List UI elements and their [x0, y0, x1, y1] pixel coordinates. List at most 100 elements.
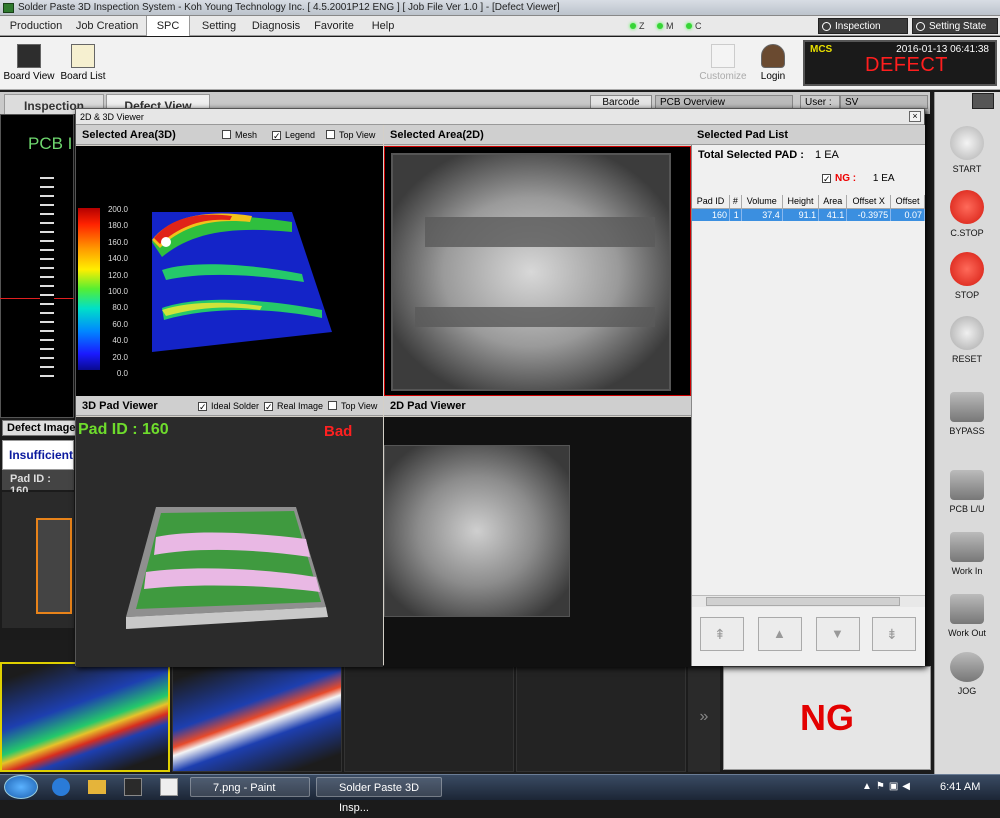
work-in-button[interactable]: Work In: [937, 532, 997, 576]
legend-tick: 120.0: [107, 270, 128, 280]
ideal-solder-label: Ideal Solder: [211, 401, 260, 411]
board-view-label: Board View: [3, 71, 55, 82]
pad-3d-view[interactable]: Pad ID : 160 Bad: [76, 417, 383, 667]
indicator-led-icon: [657, 23, 664, 29]
ng-filter-checkbox[interactable]: ✓ NG : 1 EA: [822, 173, 895, 184]
horizontal-scrollbar[interactable]: [692, 595, 925, 607]
login-label: Login: [760, 71, 786, 82]
pcb-transfer-icon: [950, 470, 984, 500]
crosshair-line: [0, 298, 74, 299]
ideal-solder-checkbox[interactable]: ✓ Ideal Solder: [198, 396, 259, 416]
col-header[interactable]: Volume: [741, 195, 783, 209]
defect-thumbnail[interactable]: [2, 492, 74, 628]
first-page-button[interactable]: ⇞: [700, 617, 744, 651]
mesh-checkbox[interactable]: Mesh: [222, 125, 257, 145]
legend-checkbox[interactable]: ✓ Legend: [272, 125, 315, 145]
login-button[interactable]: Login: [746, 40, 800, 88]
pad-2d-image: [384, 445, 570, 617]
top-view-checkbox-pad[interactable]: Top View: [328, 396, 377, 416]
thumbnail-4[interactable]: [516, 662, 686, 772]
taskbar-app-paint[interactable]: 7.png - Paint: [190, 777, 310, 797]
next-button[interactable]: ▼: [816, 617, 860, 651]
menu-production[interactable]: Production: [4, 16, 68, 36]
thumbnail-2[interactable]: [172, 662, 342, 772]
pad-2d-image: [391, 153, 671, 391]
pcb-overview-pane[interactable]: [0, 114, 74, 418]
col-header[interactable]: Offset X: [846, 195, 892, 209]
col-header[interactable]: Offset: [890, 195, 925, 209]
legend-tick: 180.0: [107, 221, 128, 231]
cell-height: 91.1: [782, 208, 820, 221]
cell-pad-id: 160: [692, 208, 731, 221]
legend-tick: 100.0: [107, 287, 128, 297]
reset-label: RESET: [951, 354, 982, 364]
start-button[interactable]: START: [937, 126, 997, 174]
solder-gap-shade: [425, 217, 655, 247]
setting-state-label: Setting State: [929, 21, 987, 32]
stop-button[interactable]: STOP: [937, 252, 997, 300]
table-row[interactable]: 160 1 37.4 91.1 41.1 -0.3975 0.07: [692, 208, 925, 221]
col-header[interactable]: Area: [818, 195, 848, 209]
menu-spc[interactable]: SPC: [146, 16, 190, 36]
total-selected-label: Total Selected PAD :: [698, 149, 804, 161]
menu-favorite[interactable]: Favorite: [308, 16, 360, 36]
folder-icon[interactable]: [88, 780, 106, 794]
thumbnail-1[interactable]: [0, 662, 170, 772]
scrollbar-thumb[interactable]: [706, 597, 900, 606]
top-view-checkbox-3d[interactable]: Top View: [326, 125, 375, 145]
ng-value: 1 EA: [872, 173, 895, 184]
cycle-stop-button[interactable]: C.STOP: [937, 190, 997, 238]
col-header[interactable]: Pad ID: [692, 195, 731, 209]
last-page-button[interactable]: ⇟: [872, 617, 916, 651]
pcb-load-unload-button[interactable]: PCB L/U: [937, 470, 997, 514]
next-page-button[interactable]: »: [688, 662, 720, 772]
work-out-button[interactable]: Work Out: [937, 594, 997, 638]
media-icon[interactable]: [124, 778, 142, 796]
user-value: SV: [840, 95, 928, 109]
left-pad-id: Pad ID : 160: [2, 470, 74, 497]
thumbnail-3[interactable]: [344, 662, 514, 772]
user-label: User :: [800, 95, 840, 109]
pad-2d-view[interactable]: [384, 417, 691, 667]
system-tray-icons[interactable]: ▲⚑▣◀: [862, 781, 932, 793]
indicator-m: M: [666, 21, 674, 31]
total-selected-value: 1 EA: [815, 149, 839, 161]
close-button[interactable]: ×: [909, 111, 921, 122]
barcode-button[interactable]: Barcode: [590, 95, 652, 109]
defect-image-tab[interactable]: Defect Image: [2, 420, 81, 436]
real-image-checkbox[interactable]: ✓ Real Image: [264, 396, 323, 416]
board-list-button[interactable]: Board List: [56, 40, 110, 88]
legend-tick: 140.0: [107, 254, 128, 264]
board-view-button[interactable]: Board View: [2, 40, 56, 88]
arrow-right-icon: [950, 392, 984, 422]
double-up-icon: ⇞: [714, 626, 726, 642]
inspection-time-button[interactable]: Inspection Time: [818, 18, 908, 48]
height-map-3d: [152, 212, 332, 352]
reset-button[interactable]: RESET: [937, 316, 997, 364]
bypass-button[interactable]: BYPASS: [937, 392, 997, 436]
viewer-dialog: 2D & 3D Viewer × Selected Area(3D) Mesh …: [75, 108, 925, 667]
menu-diagnosis[interactable]: Diagnosis: [248, 16, 304, 36]
cell-volume: 37.4: [741, 208, 783, 221]
start-menu-button[interactable]: [4, 775, 38, 799]
previous-button[interactable]: ▲: [758, 617, 802, 651]
panel-toggle-button[interactable]: [972, 93, 994, 109]
taskbar-app-spi[interactable]: Solder Paste 3D Insp...: [316, 777, 442, 814]
jog-button[interactable]: JOG: [937, 652, 997, 696]
legend-tick: 20.0: [112, 352, 128, 362]
menu-setting[interactable]: Setting: [194, 16, 244, 36]
selected-pad-list-header: Selected Pad List: [691, 125, 925, 145]
up-arrow-icon: ▲: [773, 626, 786, 641]
browser-icon[interactable]: [52, 778, 70, 796]
pad-3d-viewer-title: 3D Pad Viewer: [82, 400, 158, 412]
paint-pin-icon[interactable]: [160, 778, 178, 796]
selected-area-3d-view[interactable]: 200.0 180.0 160.0 140.0 120.0 100.0 80.0…: [76, 146, 383, 396]
col-header[interactable]: #: [729, 195, 742, 209]
menu-job-creation[interactable]: Job Creation: [70, 16, 144, 36]
selected-area-2d-view[interactable]: [384, 146, 691, 396]
setting-state-button[interactable]: Setting State: [912, 18, 998, 34]
menu-help[interactable]: Help: [364, 16, 402, 36]
customize-button[interactable]: Customize: [696, 40, 750, 88]
ng-label: NG :: [835, 173, 857, 184]
col-header[interactable]: Height: [782, 195, 820, 209]
